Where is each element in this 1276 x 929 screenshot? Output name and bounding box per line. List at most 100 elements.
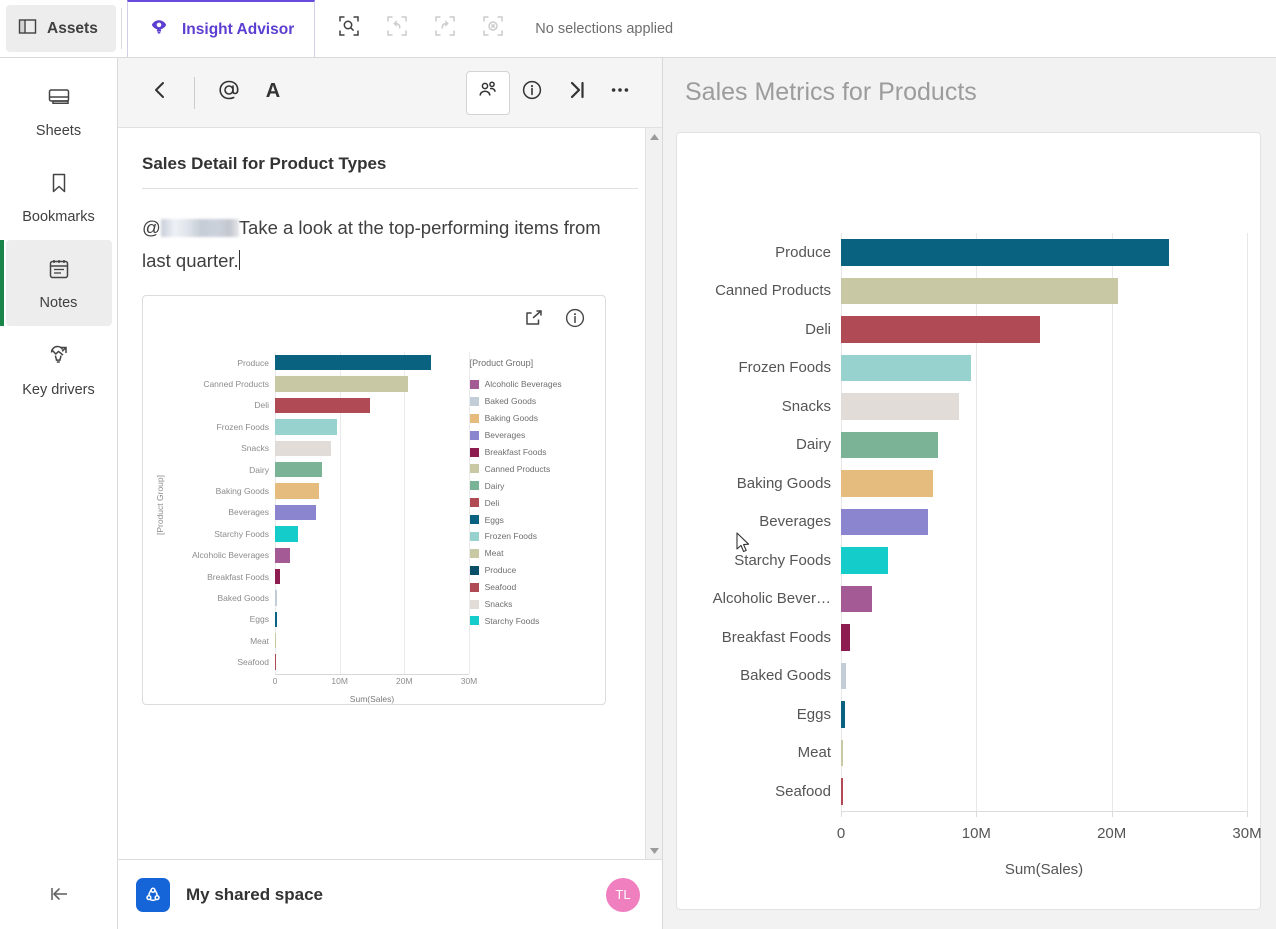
- embedded-chart-bar-track: [275, 609, 469, 630]
- selection-clear-icon[interactable]: [481, 14, 505, 43]
- legend-item[interactable]: Seafood: [469, 579, 595, 596]
- legend-item[interactable]: Meat: [469, 545, 595, 562]
- legend-label: Seafood: [484, 582, 517, 593]
- legend-item[interactable]: Breakfast Foods: [469, 444, 595, 461]
- mention-button[interactable]: [207, 71, 251, 115]
- scroll-down-arrow[interactable]: [646, 842, 662, 859]
- legend-item[interactable]: Canned Products: [469, 460, 595, 477]
- info-circle-icon[interactable]: [563, 306, 587, 335]
- selection-step-back-icon[interactable]: [385, 14, 409, 43]
- legend-item[interactable]: Alcoholic Beverages: [469, 376, 595, 393]
- mention-at-symbol: @: [142, 217, 161, 238]
- main-chart-row[interactable]: Meat: [691, 734, 1247, 773]
- legend-item[interactable]: Baking Goods: [469, 410, 595, 427]
- embedded-chart-category-label: Produce: [237, 357, 269, 368]
- assets-button[interactable]: Assets: [6, 5, 116, 52]
- note-text-editor[interactable]: @ Take a look at the top-performing items…: [118, 189, 662, 277]
- embedded-chart-bar: [275, 483, 319, 499]
- main-chart-bar[interactable]: [841, 662, 846, 689]
- avatar[interactable]: TL: [606, 877, 640, 912]
- more-options-button[interactable]: [598, 71, 642, 115]
- embedded-chart-tick-label: 20M: [396, 676, 413, 686]
- main-chart-bar[interactable]: [841, 585, 873, 612]
- main-chart-row[interactable]: Alcoholic Bever…: [691, 580, 1247, 619]
- sidebar-item-notes[interactable]: Notes: [0, 240, 112, 326]
- main-chart-bar[interactable]: [841, 431, 939, 458]
- embedded-chart-bar: [275, 547, 290, 563]
- legend-item[interactable]: Baked Goods: [469, 393, 595, 410]
- embedded-chart-category-label: Breakfast Foods: [207, 571, 269, 582]
- legend-item[interactable]: Produce: [469, 562, 595, 579]
- main-chart-card[interactable]: Produce Canned Products Deli Frozen Foods Sn…: [676, 132, 1262, 910]
- expand-button[interactable]: [554, 71, 598, 115]
- main-chart-bar[interactable]: [841, 393, 959, 420]
- collapse-left-icon[interactable]: [0, 859, 118, 929]
- embedded-chart-header: [143, 296, 605, 344]
- main-chart-row[interactable]: Seafood: [691, 772, 1247, 811]
- main-chart-row[interactable]: Breakfast Foods: [691, 618, 1247, 657]
- text-format-button[interactable]: A: [251, 71, 295, 115]
- legend-item[interactable]: Deli: [469, 494, 595, 511]
- main-chart-bar[interactable]: [841, 470, 934, 497]
- embedded-chart-legend: [Product Group] Alcoholic Beverages Baked…: [469, 350, 595, 690]
- legend-label: Deli: [484, 497, 500, 508]
- notes-scrollbar[interactable]: [645, 128, 662, 859]
- main-chart-row[interactable]: Produce: [691, 233, 1247, 272]
- info-circle-icon: [520, 78, 544, 107]
- main-chart-bar-track: [841, 464, 1247, 503]
- legend-item[interactable]: Dairy: [469, 477, 595, 494]
- notes-footer: My shared space TL: [118, 859, 662, 929]
- main-chart-row[interactable]: Starchy Foods: [691, 541, 1247, 580]
- back-button[interactable]: [138, 71, 182, 115]
- embedded-chart-category-label: Starchy Foods: [214, 528, 269, 539]
- embedded-chart-card[interactable]: [Product Group] Produce Canned Products De…: [142, 295, 606, 705]
- embedded-chart-row: Dairy: [169, 459, 469, 480]
- share-export-icon[interactable]: [521, 306, 545, 335]
- main-chart-bar[interactable]: [841, 624, 851, 651]
- selection-step-forward-icon[interactable]: [433, 14, 457, 43]
- sidebar-item-sheets[interactable]: Sheets: [6, 68, 112, 154]
- embedded-chart-row: Frozen Foods: [169, 416, 469, 437]
- main-chart-row[interactable]: Baking Goods: [691, 464, 1247, 503]
- main-chart-bar[interactable]: [841, 701, 846, 728]
- legend-item[interactable]: Starchy Foods: [469, 612, 595, 629]
- sidebar-item-bookmarks[interactable]: Bookmarks: [6, 154, 112, 240]
- tab-insight-advisor[interactable]: Insight Advisor: [127, 0, 316, 57]
- main-chart-bar[interactable]: [841, 508, 928, 535]
- main-chart-bar[interactable]: [841, 316, 1040, 343]
- main-chart-row[interactable]: Beverages: [691, 503, 1247, 542]
- sidebar-item-key-drivers[interactable]: Key drivers: [6, 326, 112, 412]
- main-chart-bar[interactable]: [841, 547, 889, 574]
- legend-label: Snacks: [484, 599, 513, 610]
- main-chart-row[interactable]: Baked Goods: [691, 657, 1247, 696]
- legend-swatch: [469, 515, 479, 525]
- embedded-chart-row: Meat: [169, 630, 469, 651]
- legend-item[interactable]: Snacks: [469, 596, 595, 613]
- main-chart-bar[interactable]: [841, 277, 1119, 304]
- main-chart-bar[interactable]: [841, 354, 971, 381]
- legend-swatch: [469, 616, 479, 626]
- share-people-button[interactable]: [466, 70, 510, 115]
- main-chart-row[interactable]: Snacks: [691, 387, 1247, 426]
- selection-search-icon[interactable]: [337, 14, 361, 43]
- sidebar-item-label: Sheets: [35, 122, 82, 139]
- main-chart-bar[interactable]: [841, 778, 843, 805]
- legend-item[interactable]: Beverages: [469, 427, 595, 444]
- info-button[interactable]: [510, 71, 554, 115]
- legend-title: [Product Group]: [469, 358, 534, 368]
- legend-item[interactable]: Eggs: [469, 511, 595, 528]
- main-chart-row[interactable]: Deli: [691, 310, 1247, 349]
- top-bar: Assets Insight Advisor No selections app…: [0, 0, 1276, 58]
- main-chart-bar[interactable]: [841, 239, 1169, 266]
- main-chart-row[interactable]: Dairy: [691, 426, 1247, 465]
- main-chart-row[interactable]: Eggs: [691, 695, 1247, 734]
- legend-label: Alcoholic Beverages: [484, 379, 562, 390]
- scroll-up-arrow[interactable]: [646, 128, 662, 145]
- main-chart-row[interactable]: Canned Products: [691, 272, 1247, 311]
- main-chart-category-label: Baking Goods: [736, 474, 831, 492]
- legend-item[interactable]: Frozen Foods: [469, 528, 595, 545]
- main-chart-row[interactable]: Frozen Foods: [691, 349, 1247, 388]
- lightbulb-eye-icon: [148, 16, 170, 43]
- embedded-chart-bar: [275, 440, 332, 456]
- main-chart-bar[interactable]: [841, 739, 843, 766]
